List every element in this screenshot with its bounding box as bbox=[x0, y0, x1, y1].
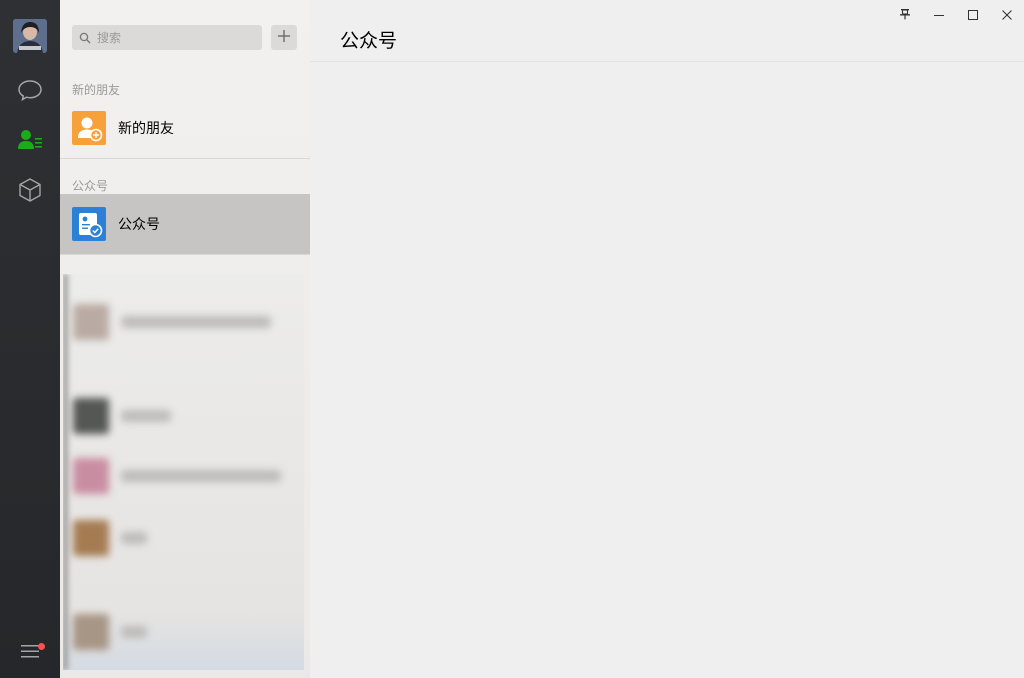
contacts-tab[interactable] bbox=[15, 127, 45, 157]
close-button[interactable] bbox=[990, 0, 1024, 28]
blurred-item bbox=[63, 292, 304, 352]
contacts-icon bbox=[17, 128, 43, 156]
add-friend-icon bbox=[72, 111, 106, 145]
maximize-button[interactable] bbox=[956, 0, 990, 28]
blurred-item bbox=[63, 386, 304, 446]
chat-bubble-icon bbox=[17, 78, 43, 106]
page-title: 公众号 bbox=[340, 30, 398, 52]
pin-button[interactable] bbox=[888, 0, 922, 28]
user-avatar[interactable] bbox=[13, 19, 47, 53]
list-item-official-accounts[interactable]: 公众号 bbox=[60, 194, 310, 254]
window-controls bbox=[888, 0, 1024, 28]
list-item-label: 公众号 bbox=[118, 217, 160, 233]
blurred-item bbox=[63, 446, 304, 506]
minimize-button[interactable] bbox=[922, 0, 956, 28]
contacts-list-panel: 新的朋友 新的朋友 公众号 bbox=[60, 0, 310, 678]
maximize-icon bbox=[968, 5, 978, 24]
official-account-icon bbox=[72, 207, 106, 241]
section-divider bbox=[60, 158, 310, 159]
minimize-icon bbox=[934, 5, 944, 24]
blurred-item bbox=[63, 602, 304, 662]
plus-icon bbox=[277, 28, 291, 47]
main-content: 公众号 bbox=[310, 0, 1024, 678]
wechat-window: 新的朋友 新的朋友 公众号 bbox=[0, 0, 1024, 678]
nav-rail bbox=[0, 0, 60, 678]
pin-icon bbox=[899, 5, 911, 24]
search-input[interactable] bbox=[95, 29, 255, 46]
section-divider bbox=[60, 254, 310, 255]
search-icon bbox=[79, 32, 91, 44]
add-button[interactable] bbox=[271, 25, 297, 50]
section-header-new-friends: 新的朋友 bbox=[72, 83, 121, 97]
close-icon bbox=[1002, 5, 1012, 24]
settings-menu-button[interactable] bbox=[15, 638, 45, 668]
search-box[interactable] bbox=[72, 25, 262, 50]
header-divider bbox=[310, 61, 1024, 62]
list-item-new-friends[interactable]: 新的朋友 bbox=[60, 98, 310, 158]
list-item-label: 新的朋友 bbox=[118, 121, 174, 137]
chat-tab[interactable] bbox=[15, 77, 45, 107]
blurred-content bbox=[63, 274, 304, 670]
favorites-tab[interactable] bbox=[15, 177, 45, 207]
cube-icon bbox=[17, 177, 43, 207]
notification-badge bbox=[38, 643, 45, 650]
section-header-official-accounts: 公众号 bbox=[72, 179, 109, 193]
blurred-item bbox=[63, 508, 304, 568]
